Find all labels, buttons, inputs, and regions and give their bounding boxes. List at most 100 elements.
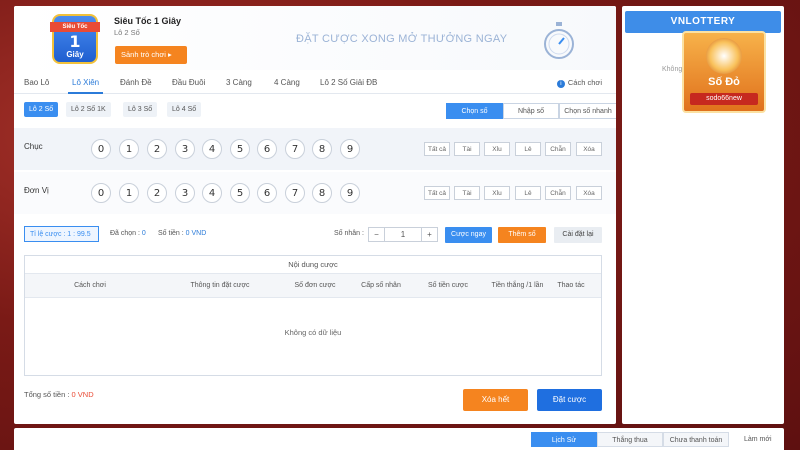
game-icon-ribbon: Siêu Tốc [50, 22, 100, 32]
digit-ball[interactable]: 0 [91, 139, 111, 159]
amount-value: 0 VND [185, 230, 207, 237]
refresh-button[interactable]: Làm mới [744, 436, 772, 443]
history-bar: Lịch Sử Thắng thua Chưa thanh toán Làm m… [14, 428, 784, 450]
filter-tai-button[interactable]: Tài [454, 142, 480, 156]
digit-ball[interactable]: 2 [147, 183, 167, 203]
game-header: Siêu Tốc 1 Giây Siêu Tốc 1 Giây Lô 2 Số … [14, 6, 616, 70]
digit-ball[interactable]: 1 [119, 139, 139, 159]
selected-amount: Số tiền : 0 VND [158, 230, 206, 237]
digit-ball[interactable]: 9 [340, 183, 360, 203]
add-number-button[interactable]: Thêm số [498, 227, 546, 243]
place-bet-button[interactable]: Đặt cược [537, 389, 602, 411]
digit-ball[interactable]: 2 [147, 139, 167, 159]
filter-le-button[interactable]: Lẻ [515, 142, 541, 156]
lobby-button[interactable]: Sảnh trò chơi ▸ [115, 46, 187, 64]
digit-ball[interactable]: 7 [285, 183, 305, 203]
filter-all-button[interactable]: Tất cả [424, 186, 450, 200]
minus-button[interactable]: − [369, 228, 385, 241]
digit-ball[interactable]: 8 [312, 183, 332, 203]
selected-label: Đã chọn : [110, 230, 140, 237]
total-amount: Tổng số tiền : 0 VND [24, 390, 94, 399]
input-mode-group: Chọn số Nhập số Chọn số nhanh [446, 103, 616, 119]
total-label: Tổng số tiền : [24, 390, 70, 399]
promo-brand: Số Đỏ [708, 76, 740, 88]
digit-ball[interactable]: 4 [202, 139, 222, 159]
column-header: Cấp số nhân [361, 282, 401, 289]
play-arrow-icon: ▸ [168, 50, 172, 59]
multiplier-input[interactable]: 1 [385, 228, 421, 241]
column-header: Cách chơi [74, 282, 106, 289]
mode-chon-so-nhanh[interactable]: Chọn số nhanh [559, 103, 616, 119]
promo-code: sodo66new [690, 93, 758, 105]
tab-3-cang[interactable]: 3 Càng [226, 72, 252, 94]
digit-ball[interactable]: 3 [175, 139, 195, 159]
bet-now-button[interactable]: Cược ngay [445, 227, 492, 243]
filter-clear-button[interactable]: Xóa [576, 142, 602, 156]
digit-ball[interactable]: 0 [91, 183, 111, 203]
game-icon-number: 1 [69, 32, 81, 51]
digit-ball[interactable]: 3 [175, 183, 195, 203]
digit-ball[interactable]: 8 [312, 139, 332, 159]
column-header: Thông tin đặt cược [190, 282, 250, 289]
digit-ball[interactable]: 6 [257, 183, 277, 203]
digit-ball[interactable]: 9 [340, 139, 360, 159]
digit-ball[interactable]: 5 [230, 183, 250, 203]
plus-button[interactable]: + [421, 228, 437, 241]
how-to-play-label: Cách chơi [567, 78, 602, 87]
column-header: Thao tác [557, 282, 585, 289]
amount-label: Số tiền : [158, 230, 184, 237]
filter-le-button[interactable]: Lẻ [515, 186, 541, 200]
odds-rate: Tỉ lệ cược : 1 : 99.5 [24, 226, 99, 242]
banner-slogan: ĐẶT CƯỢC XONG MỞ THƯỞNG NGAY [296, 33, 508, 45]
digit-ball[interactable]: 6 [257, 139, 277, 159]
tab-lo-xien[interactable]: Lô Xiên [68, 72, 104, 94]
subtab-lo-3-so[interactable]: Lô 3 Số [123, 102, 158, 117]
filter-tai-button[interactable]: Tài [454, 186, 480, 200]
column-header: Số đơn cược [294, 282, 336, 289]
tab-4-cang[interactable]: 4 Càng [274, 72, 300, 94]
clear-all-button[interactable]: Xóa hết [463, 389, 528, 411]
digit-ball[interactable]: 1 [119, 183, 139, 203]
digit-ball[interactable]: 7 [285, 139, 305, 159]
bet-table-header: Cách chơi Thông tin đặt cược Số đơn cược… [25, 274, 601, 298]
reset-button[interactable]: Cài đặt lại [554, 227, 602, 243]
stopwatch-icon [544, 22, 574, 59]
promo-badge[interactable]: Số Đỏ sodo66new [682, 31, 766, 113]
game-icon-unit: Giây [66, 50, 84, 59]
game-subtitle: Lô 2 Số [114, 28, 140, 37]
mode-nhap-so[interactable]: Nhập số [503, 103, 559, 119]
lobby-button-label: Sảnh trò chơi [121, 50, 166, 59]
subtab-lo-4-so[interactable]: Lô 4 Số [167, 102, 202, 117]
filter-xiu-button[interactable]: Xỉu [484, 142, 510, 156]
tab-bao-lo[interactable]: Bao Lô [24, 72, 49, 94]
filter-all-button[interactable]: Tất cả [424, 142, 450, 156]
filter-xiu-button[interactable]: Xỉu [484, 186, 510, 200]
tab-dau-duoi[interactable]: Đầu Đuôi [172, 72, 205, 94]
tab-history[interactable]: Lịch Sử [531, 432, 597, 447]
game-title: Siêu Tốc 1 Giây [114, 16, 182, 26]
mode-chon-so[interactable]: Chọn số [446, 103, 503, 119]
digit-ball[interactable]: 4 [202, 183, 222, 203]
tab-unpaid[interactable]: Chưa thanh toán [663, 432, 729, 447]
tab-win-loss[interactable]: Thắng thua [597, 432, 663, 447]
digit-row-tens: Chục 0 1 2 3 4 5 6 7 8 9 Tất cả Tài Xỉu … [14, 128, 616, 170]
selected-value: 0 [141, 230, 146, 237]
tab-danh-de[interactable]: Đánh Đề [120, 72, 152, 94]
info-icon: i [556, 80, 565, 88]
digit-row-units: Đơn Vị 0 1 2 3 4 5 6 7 8 9 Tất cả Tài Xỉ… [14, 172, 616, 214]
digit-ball[interactable]: 5 [230, 139, 250, 159]
subtab-lo-2-so[interactable]: Lô 2 Số [24, 102, 59, 117]
vnlottery-logo: VNLOTTERY [625, 11, 781, 33]
bet-table: Nội dung cược Cách chơi Thông tin đặt cư… [24, 255, 602, 376]
row-label-tens: Chục [24, 142, 43, 151]
subtab-lo-2-so-1k[interactable]: Lô 2 Số 1K [66, 102, 111, 117]
total-value: 0 VND [71, 390, 94, 399]
tab-lo-2-so-giai-db[interactable]: Lô 2 Số Giải ĐB [320, 72, 377, 94]
filter-clear-button[interactable]: Xóa [576, 186, 602, 200]
filter-chan-button[interactable]: Chẵn [545, 142, 571, 156]
side-panel: VNLOTTERY Không có dữ liệu Số Đỏ sodo66n… [622, 6, 784, 424]
betting-panel: Siêu Tốc 1 Giây Siêu Tốc 1 Giây Lô 2 Số … [14, 6, 616, 424]
column-header: Tiền thắng /1 lần [491, 282, 544, 289]
filter-chan-button[interactable]: Chẵn [545, 186, 571, 200]
how-to-play-link[interactable]: i Cách chơi [556, 78, 602, 88]
